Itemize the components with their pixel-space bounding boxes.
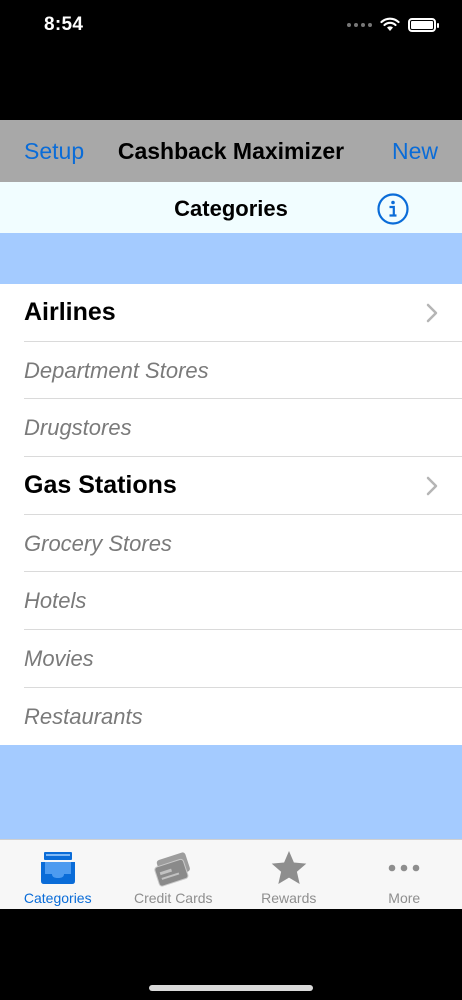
new-button[interactable]: New — [392, 138, 438, 165]
category-row-restaurants[interactable]: Restaurants — [0, 688, 462, 746]
tab-label: Credit Cards — [133, 890, 213, 906]
category-row-airlines[interactable]: Airlines — [0, 284, 462, 342]
setup-button[interactable]: Setup — [24, 138, 84, 165]
category-label: Gas Stations — [24, 471, 177, 500]
tab-more[interactable]: More — [347, 840, 462, 909]
tab-rewards[interactable]: Rewards — [231, 840, 347, 909]
category-label: Department Stores — [24, 357, 209, 383]
info-icon[interactable] — [377, 193, 409, 225]
category-list: Airlines Department Stores Drugstores Ga… — [0, 284, 462, 745]
tab-categories[interactable]: Categories — [0, 840, 116, 909]
wifi-icon — [380, 17, 400, 31]
battery-icon — [408, 17, 439, 32]
category-row-movies[interactable]: Movies — [0, 630, 462, 688]
category-label: Grocery Stores — [24, 530, 172, 556]
category-row-gas-stations[interactable]: Gas Stations — [0, 457, 462, 515]
status-bar: 8:54 — [0, 0, 462, 52]
status-time: 8:54 — [44, 14, 84, 35]
status-icons — [347, 17, 439, 32]
category-label: Drugstores — [24, 415, 132, 441]
category-row-hotels[interactable]: Hotels — [0, 572, 462, 631]
cellular-signal-icon — [347, 22, 372, 27]
star-icon — [271, 851, 307, 884]
category-label: Movies — [24, 645, 94, 671]
tab-credit-cards[interactable]: Credit Cards — [116, 840, 232, 909]
list-footer-band — [0, 745, 462, 839]
more-dots-icon — [388, 864, 420, 872]
navigation-bar: Setup Cashback Maximizer New — [0, 120, 462, 182]
credit-cards-icon — [154, 852, 191, 887]
list-header-band — [0, 233, 462, 284]
category-label: Restaurants — [24, 703, 143, 729]
tab-label: Rewards — [261, 890, 317, 906]
category-row-department-stores[interactable]: Department Stores — [0, 342, 462, 400]
tab-label: More — [388, 890, 421, 906]
home-indicator[interactable] — [149, 985, 313, 991]
tab-bar: Categories Credit Cards Rewards More — [0, 839, 462, 909]
chevron-right-icon — [426, 476, 438, 496]
category-row-drugstores[interactable]: Drugstores — [0, 399, 462, 458]
tray-icon — [40, 852, 75, 884]
tab-label: Categories — [23, 890, 92, 906]
category-label: Airlines — [24, 298, 116, 327]
category-label: Hotels — [24, 588, 87, 614]
category-row-grocery-stores[interactable]: Grocery Stores — [0, 515, 462, 573]
chevron-right-icon — [426, 303, 438, 323]
